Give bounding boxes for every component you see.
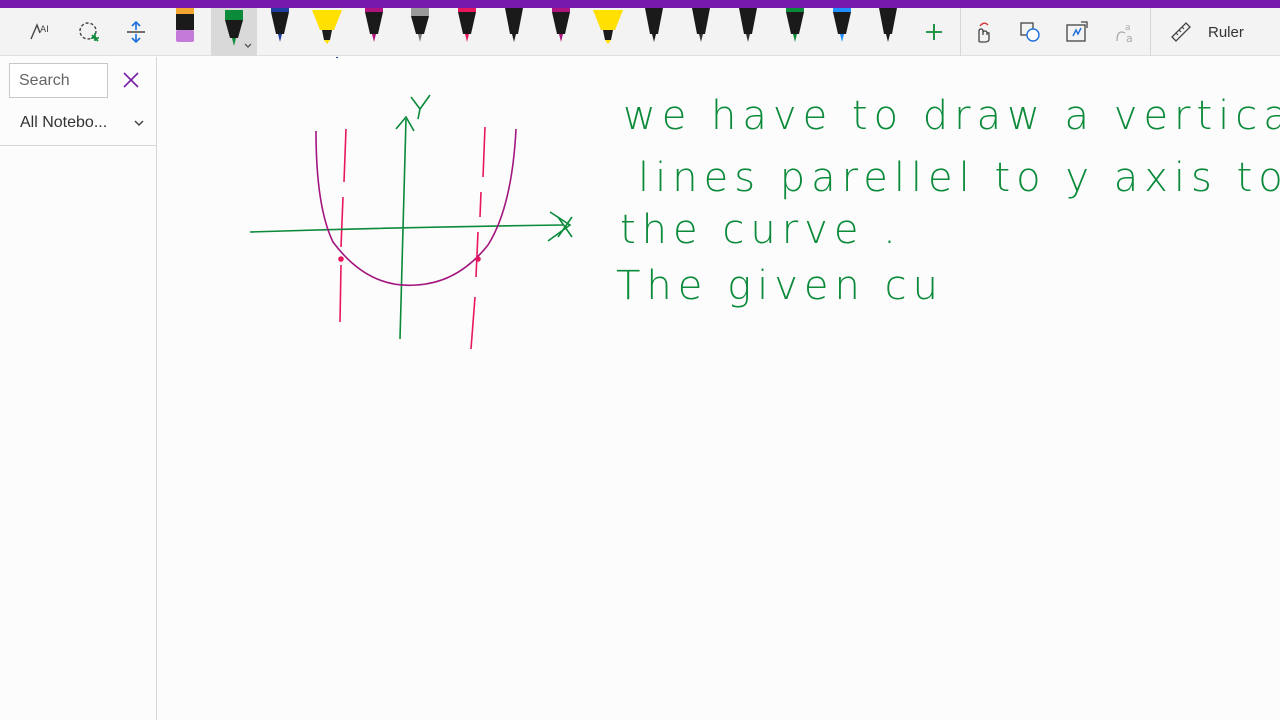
ruler-icon: [1171, 22, 1191, 42]
pen-black-1[interactable]: [494, 8, 534, 56]
stray-ink-dot: [335, 57, 339, 59]
x-axis-letter: [557, 216, 573, 238]
pen-icon: [692, 8, 710, 42]
pen-icon: [739, 8, 757, 42]
pen-black-4[interactable]: [728, 8, 768, 56]
lasso-text-icon: AI: [30, 23, 49, 40]
svg-text:a: a: [1126, 32, 1133, 45]
pen-orange-purple[interactable]: [165, 8, 205, 56]
intersection-point-left: [338, 256, 344, 262]
title-accent-bar: [0, 0, 1280, 8]
close-search-button[interactable]: [118, 67, 144, 93]
close-icon: [123, 72, 139, 88]
touch-draw-button[interactable]: [965, 14, 1001, 50]
ruler-label: Ruler: [1208, 23, 1244, 41]
pen-green-selected[interactable]: [211, 8, 257, 56]
shapes-icon: [1020, 22, 1040, 42]
handwritten-line-4: The given cu: [616, 263, 944, 309]
insert-space-button[interactable]: [118, 14, 154, 50]
handwritten-line-2: lines parellel to y axis to: [638, 155, 1280, 201]
pen-blue[interactable]: [260, 8, 300, 56]
sidebar-divider: [0, 145, 157, 146]
ink-to-shape-button[interactable]: [1012, 14, 1048, 50]
pen-icon: [458, 8, 476, 42]
lasso-icon: [79, 22, 99, 42]
draw-toolbar: AI a a Ruler: [0, 8, 1280, 56]
pen-icon: [271, 8, 289, 42]
ink-to-math-button[interactable]: [1059, 14, 1095, 50]
pen-black-5[interactable]: [868, 8, 908, 56]
math-convert-icon: [1066, 21, 1088, 42]
hand-draw-icon: [978, 22, 990, 43]
y-axis: [399, 118, 407, 340]
highlighter-icon: [176, 8, 194, 42]
lasso-select-button[interactable]: [71, 14, 107, 50]
pen-icon: [645, 8, 663, 42]
notebook-filter-dropdown[interactable]: All Notebo...: [20, 111, 145, 135]
ink-replay-button[interactable]: a a: [1108, 14, 1144, 50]
insert-space-icon: [127, 20, 145, 44]
pen-magenta-2[interactable]: [541, 8, 581, 56]
add-pen-button[interactable]: [916, 14, 952, 50]
ink-to-text-button[interactable]: AI: [22, 14, 58, 50]
pen-black-3[interactable]: [681, 8, 721, 56]
pen-icon: [365, 8, 383, 42]
handwritten-line-3: the curve .: [620, 207, 902, 253]
navigation-pane: Search All Notebo...: [0, 57, 157, 720]
pen-magenta-1[interactable]: [354, 8, 394, 56]
replay-icon: a a: [1116, 23, 1133, 45]
parabola-curve: [315, 128, 517, 287]
right-dashed-line: [470, 126, 486, 350]
x-axis: [249, 224, 564, 233]
pen-blue-2[interactable]: [822, 8, 862, 56]
highlighter-icon: [593, 10, 623, 44]
pen-icon: [411, 8, 429, 42]
svg-text:AI: AI: [40, 25, 49, 35]
pen-pink-1[interactable]: [447, 8, 487, 56]
search-input[interactable]: Search: [9, 63, 108, 98]
highlighter-icon: [312, 10, 342, 44]
pen-icon: [879, 8, 897, 42]
pen-galaxy[interactable]: [400, 8, 440, 56]
toolbar-separator: [1150, 8, 1151, 56]
pen-icon: [833, 8, 851, 42]
pen-icon: [225, 10, 252, 48]
pen-icon: [786, 8, 804, 42]
chevron-down-icon: [134, 120, 144, 127]
pen-icon: [505, 8, 523, 42]
note-canvas[interactable]: we have to draw a vertical lines parelle…: [158, 57, 1280, 720]
intersection-point-right: [475, 256, 481, 262]
toolbar-separator: [960, 8, 961, 56]
y-axis-letter: [410, 94, 431, 120]
plus-icon: [926, 24, 942, 40]
notebook-filter-label: All Notebo...: [20, 114, 108, 131]
pen-green-2[interactable]: [775, 8, 815, 56]
handwritten-line-1: we have to draw a vertical: [623, 93, 1280, 139]
left-dashed-line: [339, 128, 347, 323]
highlighter-yellow-2[interactable]: [588, 8, 628, 56]
ruler-button[interactable]: Ruler: [1160, 14, 1260, 50]
highlighter-yellow-1[interactable]: [307, 8, 347, 56]
pen-black-2[interactable]: [634, 8, 674, 56]
pen-icon: [552, 8, 570, 42]
